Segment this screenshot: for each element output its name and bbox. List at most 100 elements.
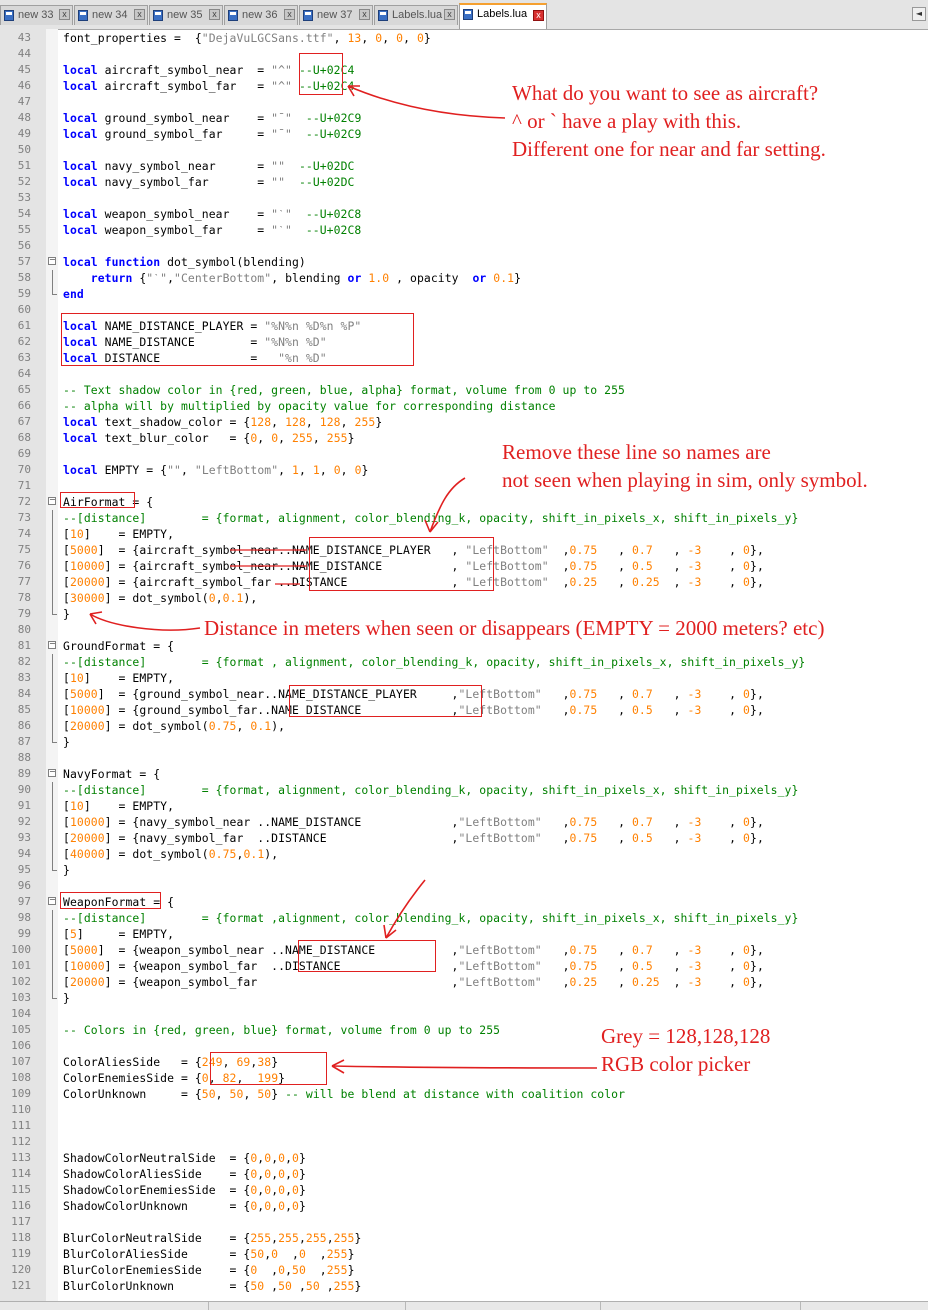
code-line[interactable]: 116 ShadowColorUnknown = {0,0,0,0}	[0, 1198, 928, 1214]
code-line[interactable]: 44	[0, 46, 928, 62]
code-token: 255	[333, 1231, 355, 1245]
code-line[interactable]: 118 BlurColorNeutralSide = {255,255,255,2…	[0, 1230, 928, 1246]
fold-toggle-icon[interactable]	[48, 638, 57, 654]
tab-5[interactable]: new 37 x	[299, 5, 373, 25]
code-line[interactable]: 100 [5000] = {weapon_symbol_near ..NAME_D…	[0, 942, 928, 958]
close-icon[interactable]: x	[209, 9, 220, 20]
code-line[interactable]: 103}	[0, 990, 928, 1006]
code-line[interactable]: 52 local navy_symbol_far = "" --U+02DC	[0, 174, 928, 190]
code-line[interactable]: 65 -- Text shadow color in {red, green, b…	[0, 382, 928, 398]
code-token: weapon_symbol_far =	[97, 223, 272, 237]
code-line[interactable]: 88	[0, 750, 928, 766]
code-line[interactable]: 83 [10] = EMPTY,	[0, 670, 928, 686]
code-line[interactable]: 117	[0, 1214, 928, 1230]
code-line[interactable]: 110	[0, 1102, 928, 1118]
code-line[interactable]: 98 --[distance] = {format ,alignment, col…	[0, 910, 928, 926]
code-line[interactable]: 87}	[0, 734, 928, 750]
code-token: --[distance] = {format , alignment, colo…	[63, 655, 806, 669]
tab-7[interactable]: Labels.lua x	[459, 3, 547, 29]
close-icon[interactable]: x	[533, 10, 544, 21]
tab-3[interactable]: new 35 x	[149, 5, 223, 25]
code-line[interactable]: 57 local function dot_symbol(blending)	[0, 254, 928, 270]
tab-2[interactable]: new 34 x	[74, 5, 148, 25]
tab-6[interactable]: Labels.lua x	[374, 5, 458, 25]
code-token: ,	[298, 1231, 306, 1245]
code-line[interactable]: 67 local text_shadow_color = {128, 128, 1…	[0, 414, 928, 430]
code-editor[interactable]: 43 font_properties = {"DejaVuLGCSans.ttf"…	[0, 29, 928, 1301]
code-line[interactable]: 104	[0, 1006, 928, 1022]
code-line[interactable]: 95}	[0, 862, 928, 878]
code-line[interactable]: 93 [20000] = {navy_symbol_far ..DISTANCE …	[0, 830, 928, 846]
fold-line-icon	[48, 830, 57, 846]
code-line[interactable]: 43 font_properties = {"DejaVuLGCSans.ttf"…	[0, 30, 928, 46]
code-line[interactable]: 105 -- Colors in {red, green, blue} forma…	[0, 1022, 928, 1038]
code-token: local	[63, 63, 98, 77]
code-line[interactable]: 59 end	[0, 286, 928, 302]
code-line[interactable]: 102 [20000] = {weapon_symbol_far ,"LeftBo…	[0, 974, 928, 990]
code-token: ,	[257, 1263, 279, 1277]
tab-scroll-left-icon[interactable]: ◄	[912, 7, 926, 21]
fold-line-icon	[48, 926, 57, 942]
line-number: 45	[17, 63, 31, 76]
code-token: ,	[652, 831, 688, 845]
close-icon[interactable]: x	[134, 9, 145, 20]
code-token: -- Colors in {red, green, blue} format, …	[63, 1023, 501, 1037]
code-token: -3	[687, 559, 702, 573]
tab-1[interactable]: new 33 x	[0, 5, 73, 25]
code-line[interactable]: 89 NavyFormat = {	[0, 766, 928, 782]
code-line[interactable]: 113 ShadowColorNeutralSide = {0,0,0,0}	[0, 1150, 928, 1166]
code-token: BlurColorEnemiesSide = {	[63, 1263, 251, 1277]
code-token: ,	[285, 1263, 293, 1277]
fold-line-icon	[48, 654, 57, 670]
code-line[interactable]: 106	[0, 1038, 928, 1054]
code-line[interactable]: 99 [5] = EMPTY,	[0, 926, 928, 942]
code-line[interactable]: 101 [10000] = {weapon_symbol_far ..DISTAN…	[0, 958, 928, 974]
code-line[interactable]: 109 ColorUnknown = {50, 50, 50} -- will b…	[0, 1086, 928, 1102]
code-line[interactable]: 45 local aircraft_symbol_near = "^" --U+0…	[0, 62, 928, 78]
code-line[interactable]: 53	[0, 190, 928, 206]
code-line[interactable]: 58 return {"ˋ","CenterBottom", blending …	[0, 270, 928, 286]
code-line[interactable]: 115 ShadowColorEnemiesSide = {0,0,0,0}	[0, 1182, 928, 1198]
code-line[interactable]: 82 --[distance] = {format , alignment, co…	[0, 654, 928, 670]
code-line[interactable]: 66 -- alpha will by multiplied by opacity…	[0, 398, 928, 414]
code-token: 0.5	[631, 559, 653, 573]
code-line[interactable]: 112	[0, 1134, 928, 1150]
close-icon[interactable]: x	[359, 9, 370, 20]
tab-label: Labels.lua	[477, 8, 528, 20]
code-token: ,	[167, 271, 175, 285]
code-token: 0.7	[631, 687, 653, 701]
code-line[interactable]: 72AirFormat = {	[0, 494, 928, 510]
code-token: local	[63, 111, 98, 125]
tab-4[interactable]: new 36 x	[224, 5, 298, 25]
fold-toggle-icon[interactable]	[48, 494, 57, 510]
code-token: ,	[264, 1279, 279, 1293]
code-line[interactable]: 78 [30000] = dot_symbol(0,0.1),	[0, 590, 928, 606]
line-number: 115	[11, 1183, 31, 1196]
fold-toggle-icon[interactable]	[48, 894, 57, 910]
code-line[interactable]: 56	[0, 238, 928, 254]
fold-toggle-icon[interactable]	[48, 254, 57, 270]
code-line[interactable]: 54 local weapon_symbol_near = "ˋ" --U+02C…	[0, 206, 928, 222]
code-line[interactable]: 94 [40000] = dot_symbol(0.75,0.1),	[0, 846, 928, 862]
code-line[interactable]: 64	[0, 366, 928, 382]
code-line[interactable]: 92 [10000] = {navy_symbol_near ..NAME_DIS…	[0, 814, 928, 830]
code-line[interactable]: 119 BlurColorAliesSide = {50,0 ,0 ,255}	[0, 1246, 928, 1262]
code-text: local ground_symbol_far = "ˉ" --U+02C9	[63, 126, 361, 142]
code-line[interactable]: 108 ColorEnemiesSide = {0, 82, 199}	[0, 1070, 928, 1086]
code-line[interactable]: 121 BlurColorUnknown = {50 ,50 ,50 ,255}	[0, 1278, 928, 1294]
code-line[interactable]: 91 [10] = EMPTY,	[0, 798, 928, 814]
code-line[interactable]: 111	[0, 1118, 928, 1134]
code-token: -3	[687, 815, 702, 829]
code-line[interactable]: 114 ShadowColorAliesSide = {0,0,0,0}	[0, 1166, 928, 1182]
close-icon[interactable]: x	[444, 9, 455, 20]
code-line[interactable]: 120 BlurColorEnemiesSide = {0 ,0,50 ,255}	[0, 1262, 928, 1278]
code-line[interactable]: 90 --[distance] = {format, alignment, col…	[0, 782, 928, 798]
fold-toggle-icon[interactable]	[48, 766, 57, 782]
code-line[interactable]: 55 local weapon_symbol_far = "ˋ" --U+02C8	[0, 222, 928, 238]
code-text: }	[63, 734, 70, 750]
close-icon[interactable]: x	[59, 9, 70, 20]
code-line[interactable]: 86 [20000] = dot_symbol(0.75, 0.1),	[0, 718, 928, 734]
code-line[interactable]: 107 ColorAliesSide = {249, 69,38}	[0, 1054, 928, 1070]
code-line[interactable]: 73 --[distance] = {format, alignment, col…	[0, 510, 928, 526]
close-icon[interactable]: x	[284, 9, 295, 20]
